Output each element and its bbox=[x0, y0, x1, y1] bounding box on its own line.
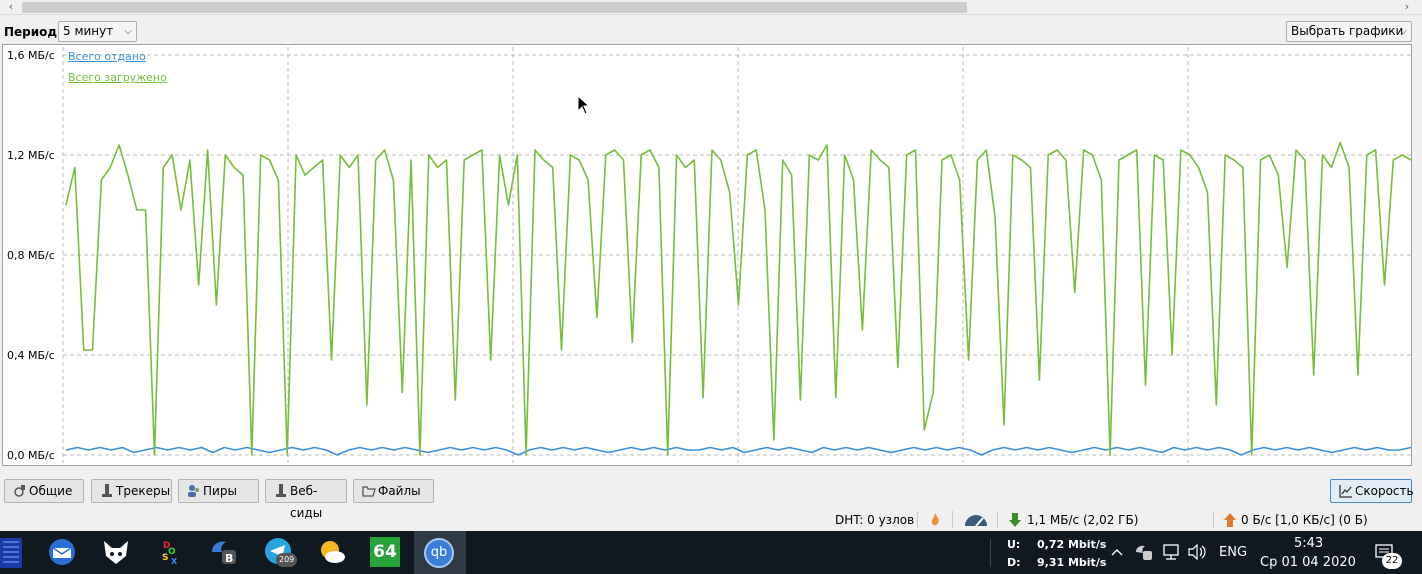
tab-peers-label: Пиры bbox=[203, 484, 237, 498]
vertical-scrollbar-edge[interactable] bbox=[1413, 15, 1422, 505]
y-tick-label: 0,8 МБ/с bbox=[7, 249, 55, 262]
telegram-badge: 209 bbox=[276, 553, 298, 567]
svg-text:O: O bbox=[168, 547, 176, 557]
thunderbird-icon[interactable]: B bbox=[208, 536, 240, 568]
speed-chart-svg: 1,6 МБ/с 1,2 МБ/с 0,8 МБ/с 0,4 МБ/с 0,0 МБ/с bbox=[7, 47, 1412, 463]
upload-arrow-icon bbox=[1224, 513, 1236, 527]
status-separator bbox=[917, 511, 918, 528]
period-select-value: 5 минут bbox=[63, 24, 114, 38]
tab-speed[interactable]: Скорость bbox=[1330, 479, 1414, 503]
app-launcher-icon[interactable] bbox=[0, 538, 22, 568]
net-download-value: 9,31 Mbit/s bbox=[1037, 556, 1107, 569]
dosbox-icon[interactable]: D O S X bbox=[154, 536, 186, 568]
folder-icon bbox=[362, 486, 376, 497]
y-tick-label: 0,4 МБ/с bbox=[7, 349, 55, 362]
legend-upload[interactable]: Всего отдано bbox=[68, 50, 146, 63]
tab-general[interactable]: Общие bbox=[4, 479, 84, 503]
period-select[interactable]: 5 минут ⌵ bbox=[58, 21, 137, 42]
mail-app-icon[interactable] bbox=[46, 536, 78, 568]
tray-separator bbox=[990, 539, 991, 567]
network-icon[interactable] bbox=[1161, 544, 1181, 560]
scroll-right-icon[interactable]: › bbox=[1398, 0, 1416, 14]
upload-speed[interactable]: 0 Б/с [1,0 КБ/с] (0 Б) bbox=[1241, 513, 1368, 527]
language-indicator[interactable]: ENG bbox=[1219, 545, 1247, 560]
tab-trackers-label: Трекеры bbox=[116, 484, 171, 498]
svg-text:S: S bbox=[162, 553, 168, 563]
mouse-cursor-icon bbox=[577, 95, 591, 115]
status-separator bbox=[997, 511, 998, 528]
dht-status: DHT: 0 узлов bbox=[835, 513, 915, 527]
net-upload-label: U: bbox=[1007, 538, 1021, 551]
speed-limit-icon[interactable] bbox=[963, 513, 989, 527]
weather-icon[interactable] bbox=[316, 536, 348, 568]
tab-webseeds[interactable]: Веб-сиды bbox=[265, 479, 347, 520]
scrollbar-thumb[interactable] bbox=[22, 2, 967, 13]
volume-icon[interactable] bbox=[1187, 544, 1207, 560]
svg-text:X: X bbox=[171, 557, 178, 566]
tab-trackers[interactable]: Трекеры bbox=[91, 479, 172, 503]
scroll-left-icon[interactable]: ‹ bbox=[2, 0, 20, 14]
general-icon bbox=[14, 485, 25, 497]
y-tick-label: 1,6 МБ/с bbox=[7, 49, 55, 62]
properties-tabs: Общие Трекеры Пиры Веб-сиды Файлы Скорос… bbox=[0, 479, 1422, 520]
chevron-down-icon: ⌵ bbox=[1399, 26, 1407, 37]
tab-peers[interactable]: Пиры bbox=[178, 479, 259, 503]
aida64-icon[interactable]: 64 bbox=[370, 537, 400, 567]
tab-speed-label: Скорость bbox=[1355, 484, 1414, 498]
select-graphs-button[interactable]: Выбрать графики ⌵ bbox=[1286, 21, 1412, 42]
qbittorrent-speed-window: { "toolbar": { "period_label": "Период:"… bbox=[0, 0, 1422, 574]
speed-toolbar: Период: 5 минут ⌵ Выбрать графики ⌵ bbox=[0, 20, 1422, 44]
net-upload-value: 0,72 Mbit/s bbox=[1037, 538, 1107, 551]
chevron-up-icon[interactable] bbox=[1111, 547, 1123, 557]
y-tick-label: 0,0 МБ/с bbox=[7, 449, 55, 462]
webseed-icon bbox=[276, 484, 286, 497]
legend-download[interactable]: Всего загружено bbox=[68, 71, 167, 84]
tab-files-label: Файлы bbox=[378, 484, 421, 498]
clock-time[interactable]: 5:43 bbox=[1294, 536, 1323, 551]
peers-icon bbox=[188, 485, 199, 497]
speed-chart-icon bbox=[1339, 485, 1352, 498]
qbittorrent-icon[interactable]: qb bbox=[424, 538, 454, 568]
tab-general-label: Общие bbox=[29, 484, 73, 498]
status-separator bbox=[952, 511, 953, 528]
clock-date[interactable]: Ср 01 04 2020 bbox=[1260, 555, 1356, 570]
notification-count-badge: 22 bbox=[1382, 553, 1402, 569]
period-label: Период: bbox=[4, 25, 62, 39]
chevron-down-icon: ⌵ bbox=[124, 26, 132, 37]
tracker-icon bbox=[102, 484, 112, 497]
svg-text:B: B bbox=[225, 552, 233, 565]
y-tick-label: 1,2 МБ/с bbox=[7, 149, 55, 162]
net-download-label: D: bbox=[1007, 556, 1021, 569]
horizontal-scrollbar[interactable]: ‹ › bbox=[0, 0, 1422, 15]
select-graphs-label: Выбрать графики bbox=[1291, 24, 1404, 38]
status-separator bbox=[1213, 511, 1214, 528]
windows-taskbar: D O S X B 209 64 qb U: 0,72 Mbit/s D: 9,… bbox=[0, 531, 1422, 574]
download-arrow-icon bbox=[1009, 513, 1021, 527]
status-bar: DHT: 0 узлов 1,1 МБ/с (2,02 ГБ) 0 Б/с [1… bbox=[0, 508, 1422, 531]
thunderbird-tray-icon[interactable] bbox=[1135, 544, 1153, 560]
speed-chart: 1,6 МБ/с 1,2 МБ/с 0,8 МБ/с 0,4 МБ/с 0,0 МБ/с… bbox=[2, 44, 1412, 466]
fox-app-icon[interactable] bbox=[100, 536, 132, 568]
connection-status-icon[interactable] bbox=[928, 512, 942, 528]
download-speed[interactable]: 1,1 МБ/с (2,02 ГБ) bbox=[1027, 513, 1138, 527]
tab-files[interactable]: Файлы bbox=[353, 479, 434, 503]
